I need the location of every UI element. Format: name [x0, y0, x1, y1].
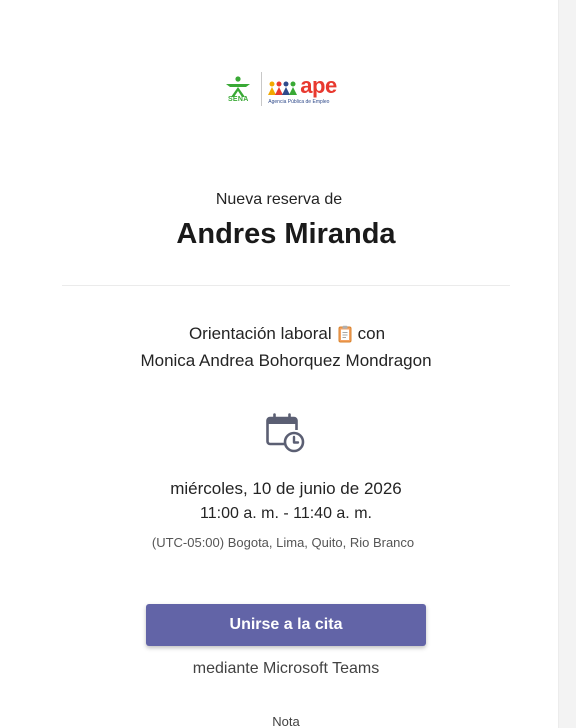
logo-divider: [261, 72, 263, 106]
service-name: Orientación laboral: [188, 324, 332, 343]
sena-logo: SENA: [221, 75, 255, 103]
ape-subtitle: Agencia Pública de Empleo: [268, 98, 330, 105]
service-line: Orientación laboral con: [0, 324, 574, 344]
new-booking-heading: Nueva reserva de: [215, 191, 343, 208]
join-via-teams: mediante Microsoft Teams: [192, 660, 380, 677]
note-label: Nota: [272, 714, 300, 728]
sena-figure-icon: [226, 75, 251, 97]
calendar-clock-icon: [266, 413, 305, 453]
booking-email-page: SENA ape Agencia Pública de Empleo Nueva…: [0, 0, 576, 728]
ape-wordmark: ape: [300, 72, 337, 98]
brand-logos: SENA ape Agencia Pública de Empleo: [0, 72, 558, 106]
appointment-time: 11:00 a. m. - 11:40 a. m.: [200, 505, 372, 522]
scrollbar-track[interactable]: [558, 0, 576, 728]
appointment-date: miércoles, 10 de junio de 2026: [170, 479, 402, 498]
ape-people-icon: [268, 81, 298, 95]
clipboard-icon: [338, 325, 352, 343]
booking-card: SENA ape Agencia Pública de Empleo Nueva…: [0, 0, 558, 728]
staff-name: Monica Andrea Bohorquez Mondragon: [140, 351, 432, 370]
ape-logo: ape Agencia Pública de Empleo: [268, 72, 337, 105]
join-appointment-button[interactable]: Unirse a la cita: [146, 604, 426, 646]
appointment-timezone: (UTC-05:00) Bogota, Lima, Quito, Rio Bra…: [151, 535, 415, 550]
sena-text: SENA: [227, 95, 249, 103]
customer-name: Andres Miranda: [176, 218, 396, 250]
service-connector: con: [357, 324, 386, 343]
divider: [62, 285, 510, 286]
